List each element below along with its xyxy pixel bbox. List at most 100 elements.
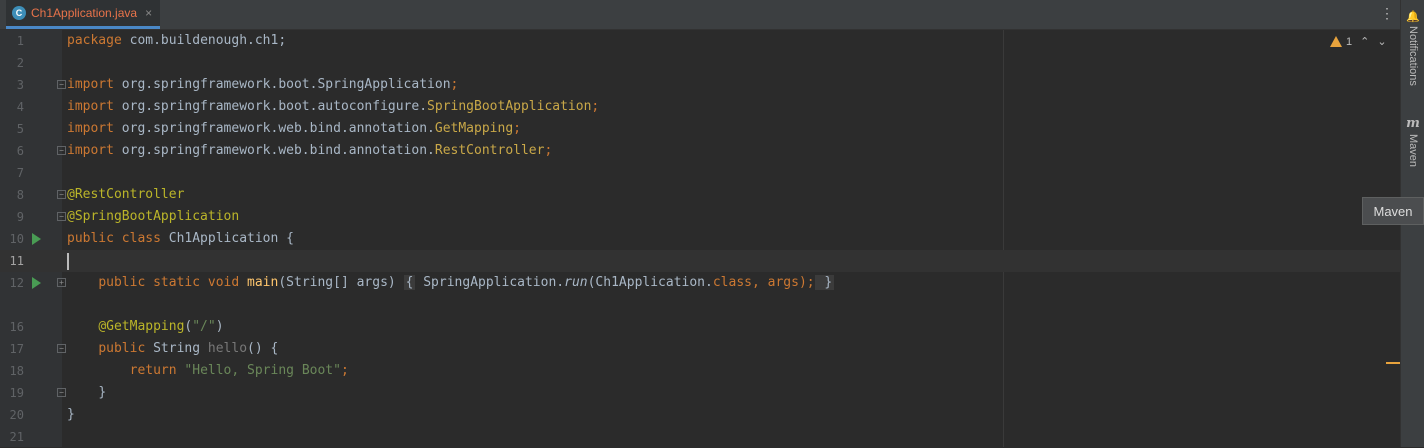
maven-label: Maven: [1407, 134, 1419, 168]
fold-toggle-icon[interactable]: −: [57, 80, 66, 89]
code-token: public: [98, 341, 146, 356]
code-line-17: 17 − public String hello() {: [0, 338, 1400, 360]
code-line-18: 18 return "Hello, Spring Boot";: [0, 360, 1400, 382]
code-token: String: [145, 341, 208, 356]
run-gutter-icon[interactable]: [32, 277, 41, 289]
code-token: (Ch1Application.: [587, 275, 713, 290]
code-token: Ch1Application {: [160, 231, 294, 246]
line-number: 10: [9, 232, 24, 246]
code-token: (String[] args): [278, 275, 404, 290]
code-token: ;: [340, 363, 349, 378]
folded-brace[interactable]: {: [403, 275, 416, 290]
line-number: 1: [16, 34, 24, 48]
code-token: }: [98, 385, 107, 400]
close-icon[interactable]: ×: [145, 6, 152, 20]
fold-toggle-icon[interactable]: −: [57, 146, 66, 155]
code-token: RestController: [434, 143, 545, 158]
line-number: 7: [16, 166, 24, 180]
more-options-icon[interactable]: ⋮: [1380, 5, 1394, 22]
code-line-2: 2: [0, 52, 1400, 74]
warning-icon: [1330, 36, 1342, 47]
line-number: 9: [16, 210, 24, 224]
line-number: 18: [9, 364, 24, 378]
code-token: package: [67, 33, 122, 48]
code-line-1: 1 package com.buildenough.ch1;: [0, 30, 1400, 52]
code-token: ;: [544, 143, 553, 158]
tab-ch1application[interactable]: C Ch1Application.java ×: [6, 0, 161, 29]
fold-toggle-icon[interactable]: −: [57, 212, 66, 221]
code-token: org.springframework.boot.SpringApplicati…: [113, 77, 451, 92]
code-token: SpringApplication.: [415, 275, 565, 290]
code-token: SpringBootApplication: [427, 99, 592, 114]
folded-brace[interactable]: }: [814, 275, 835, 290]
code-token: hello: [207, 341, 248, 356]
code-line-11: 11: [0, 250, 1400, 272]
code-token: @RestController: [67, 187, 185, 202]
maven-tooltip: Maven: [1362, 197, 1424, 225]
code-line-8: 8 − @RestController: [0, 184, 1400, 206]
line-number: 3: [16, 78, 24, 92]
code-token: import: [67, 121, 114, 136]
line-number: 12: [9, 276, 24, 290]
code-token: ;: [513, 121, 521, 136]
error-stripe-marker[interactable]: [1386, 362, 1400, 364]
code-line-3: 3 − import org.springframework.boot.Spri…: [0, 74, 1400, 96]
java-class-icon: C: [12, 6, 26, 20]
code-token: public class: [67, 231, 161, 246]
code-token: org.springframework.web.bind.annotation.: [113, 121, 435, 136]
maven-tool-button[interactable]: m Maven: [1401, 116, 1424, 167]
run-gutter-icon[interactable]: [32, 233, 41, 245]
previous-problem-icon[interactable]: ⌃: [1360, 35, 1369, 48]
line-number: 2: [16, 56, 24, 70]
fold-toggle-icon[interactable]: −: [57, 190, 66, 199]
tab-label: Ch1Application.java: [31, 6, 138, 20]
line-number: 6: [16, 144, 24, 158]
code-token: run: [564, 275, 588, 290]
code-token: import: [67, 143, 114, 158]
line-number: 16: [9, 320, 24, 334]
code-token: "/": [192, 319, 216, 334]
code-line-21: 21: [0, 426, 1400, 448]
code-token: @GetMapping: [98, 319, 185, 334]
code-token: org.springframework.boot.autoconfigure.: [113, 99, 428, 114]
line-number: 5: [16, 122, 24, 136]
fold-toggle-icon[interactable]: −: [57, 388, 66, 397]
code-line-19: 19 − }: [0, 382, 1400, 404]
code-line-6: 6 − import org.springframework.web.bind.…: [0, 140, 1400, 162]
code-line-9: 9 − @SpringBootApplication: [0, 206, 1400, 228]
code-token: () {: [247, 341, 279, 356]
code-token: public static void: [98, 275, 240, 290]
line-number: 21: [9, 430, 24, 444]
text-caret: [67, 253, 69, 270]
line-number: 20: [9, 408, 24, 422]
code-token: }: [67, 407, 75, 422]
line-number: 8: [16, 188, 24, 202]
code-token: import: [67, 99, 114, 114]
code-token: ): [215, 319, 224, 334]
line-number: 4: [16, 100, 24, 114]
fold-toggle-icon[interactable]: +: [57, 278, 66, 287]
code-token: com.buildenough.ch1;: [121, 33, 287, 48]
code-token: return: [129, 363, 177, 378]
line-number: 19: [9, 386, 24, 400]
code-line-4: 4 import org.springframework.boot.autoco…: [0, 96, 1400, 118]
code-line-16: 16 @GetMapping("/"): [0, 316, 1400, 338]
fold-toggle-icon[interactable]: −: [57, 344, 66, 353]
notifications-tool-button[interactable]: 🔔 Notifications: [1401, 10, 1424, 86]
editor-tab-bar: C Ch1Application.java × ⋮: [0, 0, 1400, 30]
code-token: GetMapping: [434, 121, 514, 136]
code-token: ;: [450, 77, 459, 92]
code-line-7: 7: [0, 162, 1400, 184]
next-problem-icon[interactable]: ⌄: [1377, 35, 1386, 48]
code-line-10: 10 public class Ch1Application {: [0, 228, 1400, 250]
code-token: class: [712, 275, 752, 290]
inspection-widget[interactable]: 1 ⌃ ⌄: [1330, 35, 1387, 48]
line-number: 17: [9, 342, 24, 356]
code-token: main: [239, 275, 279, 290]
warning-count[interactable]: 1: [1330, 36, 1352, 48]
